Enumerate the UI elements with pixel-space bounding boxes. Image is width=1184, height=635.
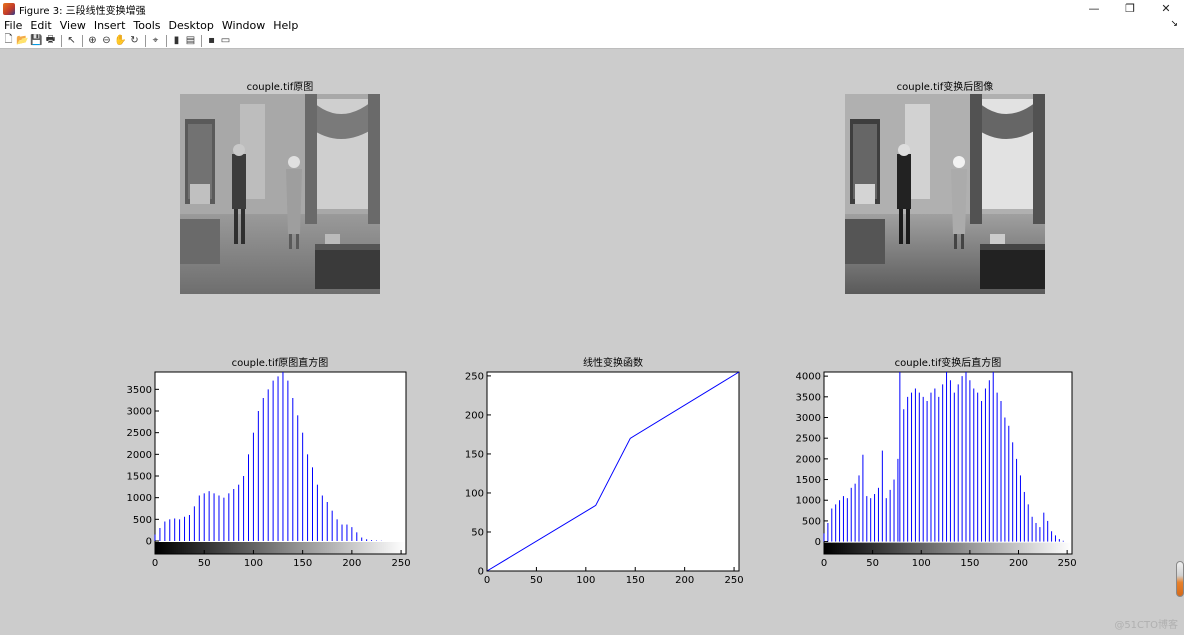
x-tick-label: 0 — [484, 575, 490, 586]
x-tick-label: 50 — [530, 575, 543, 586]
y-tick-label: 0 — [146, 537, 152, 548]
x-tick-label: 50 — [866, 558, 879, 569]
y-tick-label: 250 — [465, 371, 484, 382]
hide-plot-tools-icon[interactable]: ▪ — [205, 34, 218, 47]
window-titlebar: Figure 3: 三段线性变换增强 — ❐ ✕ — [0, 0, 1184, 18]
y-tick-label: 3000 — [127, 407, 152, 418]
minimize-button[interactable]: — — [1076, 0, 1112, 18]
y-tick-label: 50 — [471, 527, 484, 538]
matlab-logo-icon — [3, 3, 15, 15]
original-image-title: couple.tif原图 — [246, 82, 314, 93]
y-tick-label: 3500 — [796, 392, 821, 403]
y-tick-label: 150 — [465, 449, 484, 460]
y-tick-label: 2000 — [796, 454, 821, 465]
toolbar-separator — [61, 34, 62, 47]
grayscale-colorbar — [155, 542, 406, 554]
x-tick-label: 200 — [675, 575, 694, 586]
data-cursor-icon[interactable]: ⌖ — [149, 34, 162, 47]
menu-help[interactable]: Help — [273, 19, 298, 32]
x-tick-label: 100 — [912, 558, 931, 569]
y-tick-label: 200 — [465, 410, 484, 421]
plot-area — [823, 371, 1073, 555]
y-tick-label: 1500 — [127, 472, 152, 483]
menu-tools[interactable]: Tools — [133, 19, 160, 32]
transformed-photo — [845, 94, 1045, 294]
original-photo — [180, 94, 380, 294]
insert-legend-icon[interactable]: ▤ — [184, 34, 197, 47]
x-tick-label: 250 — [1058, 558, 1077, 569]
y-tick-label: 2500 — [127, 428, 152, 439]
x-tick-label: 200 — [342, 558, 361, 569]
y-tick-label: 2000 — [127, 450, 152, 461]
x-tick-label: 0 — [152, 558, 158, 569]
print-icon[interactable]: 🖶 — [44, 34, 57, 47]
plot-area — [154, 371, 407, 555]
transformed-hist-title: couple.tif变换后直方图 — [894, 358, 1002, 369]
toolbar-separator — [82, 34, 83, 47]
new-figure-icon[interactable]: 🗋 — [2, 34, 15, 47]
y-tick-label: 500 — [133, 515, 152, 526]
y-tick-label: 1000 — [796, 496, 821, 507]
original-histogram-chart: 0 50 100 150 200 2500500100015002000250030003… — [127, 371, 411, 569]
y-tick-label: 1500 — [796, 475, 821, 486]
x-tick-label: 100 — [576, 575, 595, 586]
menu-file[interactable]: File — [4, 19, 22, 32]
dock-arrow-icon[interactable]: ↘ — [1170, 19, 1178, 29]
grayscale-colorbar — [824, 542, 1072, 554]
toolbar-separator — [166, 34, 167, 47]
insert-colorbar-icon[interactable]: ▮ — [170, 34, 183, 47]
save-icon[interactable]: 💾 — [30, 34, 43, 47]
x-tick-label: 200 — [1009, 558, 1028, 569]
restore-button[interactable]: ❐ — [1112, 0, 1148, 18]
y-tick-label: 0 — [478, 567, 484, 578]
original-photo-drawing — [180, 94, 380, 294]
close-button[interactable]: ✕ — [1148, 0, 1184, 18]
x-tick-label: 50 — [198, 558, 211, 569]
y-tick-label: 4000 — [796, 372, 821, 383]
window-controls: — ❐ ✕ — [1076, 0, 1184, 18]
zoom-out-icon[interactable]: ⊖ — [100, 34, 113, 47]
menu-desktop[interactable]: Desktop — [169, 19, 214, 32]
window-title: Figure 3: 三段线性变换增强 — [19, 5, 146, 17]
toolbar-separator — [145, 34, 146, 47]
x-tick-label: 250 — [392, 558, 411, 569]
y-tick-label: 2500 — [796, 434, 821, 445]
menu-edit[interactable]: Edit — [30, 19, 51, 32]
x-tick-label: 100 — [244, 558, 263, 569]
y-tick-label: 0 — [815, 537, 821, 548]
x-tick-label: 150 — [626, 575, 645, 586]
x-tick-label: 150 — [293, 558, 312, 569]
y-tick-label: 3500 — [127, 385, 152, 396]
show-plot-tools-icon[interactable]: ▭ — [219, 34, 232, 47]
transform-function-chart: 0 50 100 150 200 250 0 50 100 150 200 250 — [465, 371, 744, 586]
figure-scrollbar-thumb[interactable] — [1176, 561, 1184, 597]
toolbar-separator — [201, 34, 202, 47]
menu-window[interactable]: Window — [222, 19, 265, 32]
x-tick-label: 250 — [725, 575, 744, 586]
y-tick-label: 3000 — [796, 413, 821, 424]
transformed-image-title: couple.tif变换后图像 — [896, 82, 994, 93]
y-tick-label: 100 — [465, 488, 484, 499]
menu-insert[interactable]: Insert — [94, 19, 126, 32]
menu-bar: File Edit View Insert Tools Desktop Wind… — [0, 18, 1184, 33]
zoom-in-icon[interactable]: ⊕ — [86, 34, 99, 47]
menu-view[interactable]: View — [60, 19, 86, 32]
open-file-icon[interactable]: 📂 — [16, 34, 29, 47]
y-tick-label: 1000 — [127, 493, 152, 504]
x-tick-label: 0 — [821, 558, 827, 569]
transform-func-title: 线性变换函数 — [583, 358, 643, 369]
edit-plot-arrow-icon[interactable]: ↖ — [65, 34, 78, 47]
transformed-photo-drawing — [845, 94, 1045, 294]
watermark-text: @51CTO博客 — [1114, 620, 1178, 631]
y-tick-label: 500 — [802, 516, 821, 527]
x-tick-label: 150 — [960, 558, 979, 569]
rotate-3d-icon[interactable]: ↻ — [128, 34, 141, 47]
original-hist-title: couple.tif原图直方图 — [231, 358, 329, 369]
figure-toolbar: 🗋 📂 💾 🖶 ↖ ⊕ ⊖ ✋ ↻ ⌖ ▮ ▤ ▪ ▭ — [0, 33, 1184, 49]
transformed-histogram-chart: 0 50 100 150 200 2500500100015002000250030003… — [796, 371, 1077, 569]
pan-hand-icon[interactable]: ✋ — [114, 34, 127, 47]
